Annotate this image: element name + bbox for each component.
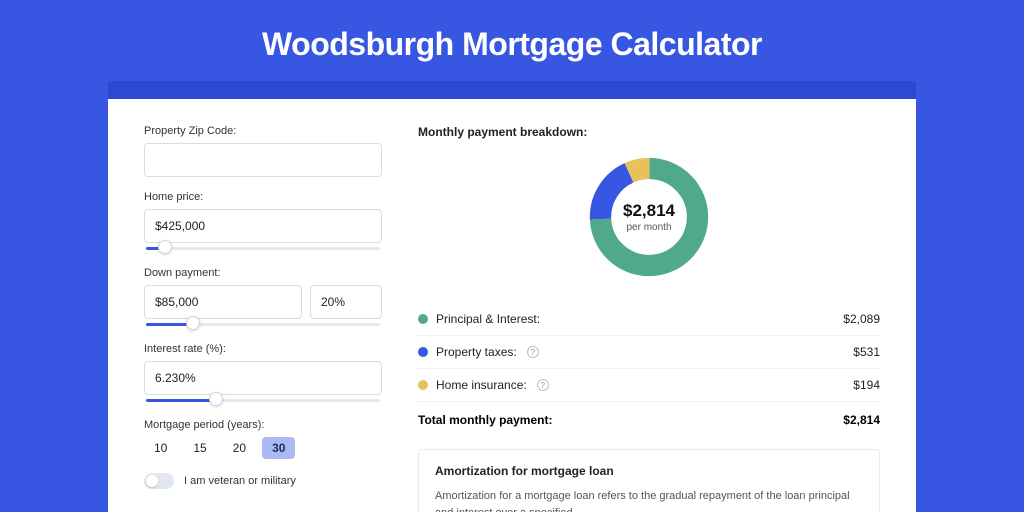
- interest-rate-slider[interactable]: [146, 397, 380, 405]
- info-icon[interactable]: ?: [537, 379, 549, 391]
- payment-donut-chart: $2,814 per month: [585, 153, 713, 281]
- home-price-label: Home price:: [144, 191, 382, 203]
- slider-thumb[interactable]: [158, 240, 172, 254]
- zip-input[interactable]: [144, 143, 382, 177]
- amortization-card: Amortization for mortgage loan Amortizat…: [418, 449, 880, 512]
- breakdown-title: Monthly payment breakdown:: [418, 125, 880, 139]
- down-payment-amount-input[interactable]: [144, 285, 302, 319]
- legend-label: Home insurance:: [436, 378, 527, 392]
- legend-value: $2,089: [843, 312, 880, 326]
- toggle-knob: [146, 475, 158, 487]
- interest-rate-label: Interest rate (%):: [144, 343, 382, 355]
- period-option-15[interactable]: 15: [183, 437, 216, 459]
- legend-row-0: Principal & Interest: $2,089: [418, 303, 880, 336]
- period-option-30[interactable]: 30: [262, 437, 295, 459]
- zip-label: Property Zip Code:: [144, 125, 382, 137]
- legend-dot-icon: [418, 314, 428, 324]
- period-option-20[interactable]: 20: [223, 437, 256, 459]
- period-option-10[interactable]: 10: [144, 437, 177, 459]
- veteran-label: I am veteran or military: [184, 475, 296, 487]
- total-label: Total monthly payment:: [418, 413, 552, 427]
- breakdown-panel: Monthly payment breakdown: $2,814 per mo…: [418, 125, 880, 512]
- legend-row-2: Home insurance:? $194: [418, 369, 880, 402]
- slider-thumb[interactable]: [186, 316, 200, 330]
- total-value: $2,814: [843, 413, 880, 427]
- page-title: Woodsburgh Mortgage Calculator: [0, 0, 1024, 81]
- form-panel: Property Zip Code: Home price: Down paym…: [144, 125, 382, 512]
- mortgage-period-group: 10 15 20 30: [144, 437, 382, 459]
- donut-center-amount: $2,814: [623, 201, 675, 221]
- veteran-toggle[interactable]: [144, 473, 174, 489]
- legend-label: Principal & Interest:: [436, 312, 540, 326]
- amortization-title: Amortization for mortgage loan: [435, 464, 863, 478]
- down-payment-slider[interactable]: [146, 321, 380, 329]
- legend-dot-icon: [418, 347, 428, 357]
- legend: Principal & Interest: $2,089 Property taxe…: [418, 303, 880, 402]
- down-payment-percent-input[interactable]: [310, 285, 382, 319]
- legend-dot-icon: [418, 380, 428, 390]
- legend-label: Property taxes:: [436, 345, 517, 359]
- info-icon[interactable]: ?: [527, 346, 539, 358]
- down-payment-label: Down payment:: [144, 267, 382, 279]
- home-price-input[interactable]: [144, 209, 382, 243]
- mortgage-period-label: Mortgage period (years):: [144, 419, 382, 431]
- donut-center-sub: per month: [626, 222, 671, 233]
- legend-value: $531: [853, 345, 880, 359]
- interest-rate-input[interactable]: [144, 361, 382, 395]
- legend-value: $194: [853, 378, 880, 392]
- legend-row-1: Property taxes:? $531: [418, 336, 880, 369]
- home-price-slider[interactable]: [146, 245, 380, 253]
- amortization-text: Amortization for a mortgage loan refers …: [435, 488, 863, 512]
- calculator-shell: Property Zip Code: Home price: Down paym…: [108, 81, 916, 512]
- calculator-card: Property Zip Code: Home price: Down paym…: [108, 99, 916, 512]
- slider-thumb[interactable]: [209, 392, 223, 406]
